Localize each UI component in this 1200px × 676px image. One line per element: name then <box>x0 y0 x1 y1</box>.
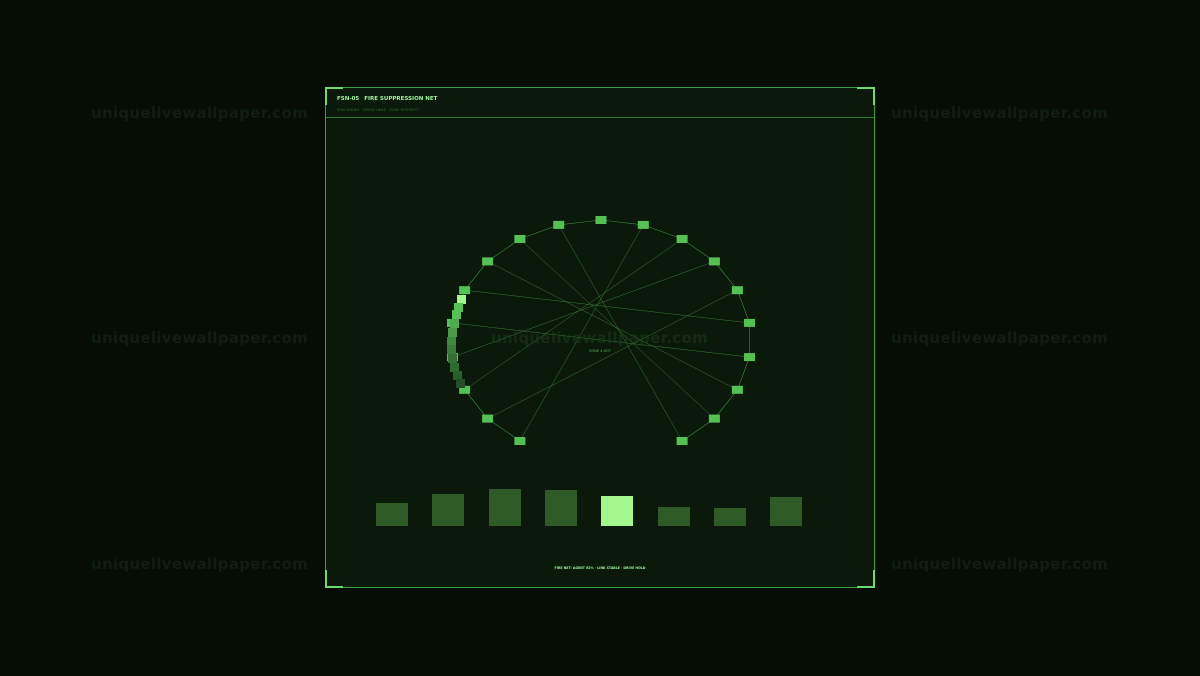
cross-link <box>558 224 683 442</box>
ring-node-stack <box>456 379 465 388</box>
ring-node-stack <box>453 371 462 380</box>
suppression-network <box>447 216 755 445</box>
watermark: uniquelivewallpaper.com <box>91 104 309 122</box>
zone-bar <box>770 497 803 526</box>
cross-link <box>452 261 715 358</box>
ring-node <box>708 414 720 423</box>
cross-link <box>487 289 738 419</box>
ring-node <box>744 353 755 362</box>
ring-node <box>744 318 755 327</box>
ring-node <box>708 257 720 266</box>
ring-node <box>731 385 743 394</box>
corner-bracket <box>857 570 875 588</box>
ring-node <box>676 235 688 243</box>
zone-bar <box>432 494 465 526</box>
zone-bar <box>488 489 521 526</box>
watermark: uniquelivewallpaper.com <box>91 329 309 347</box>
cross-link <box>487 261 738 391</box>
ring-node <box>676 437 688 445</box>
ring-node <box>553 220 565 229</box>
watermark: uniquelivewallpaper.com <box>891 104 1109 122</box>
cross-link <box>464 289 750 324</box>
watermark: uniquelivewallpaper.com <box>91 555 309 573</box>
ring-node <box>637 220 649 229</box>
ring-node <box>482 257 494 266</box>
watermark: uniquelivewallpaper.com <box>891 555 1109 573</box>
ring-node-stack <box>457 295 466 304</box>
status-footer: FIRE NET: AGENT 62% · LINK STABLE · DRIV… <box>554 566 646 570</box>
center-zone-label: ZONE 4 HOT <box>589 349 611 353</box>
corner-bracket <box>325 570 343 588</box>
ring-node-stack <box>450 363 459 372</box>
ring-node <box>595 216 607 224</box>
zone-bar <box>601 496 634 526</box>
ring-node-stack <box>452 310 461 319</box>
ring-node-stack <box>450 319 459 328</box>
ring-node <box>482 414 494 423</box>
zone-bar <box>544 490 577 526</box>
zone-bar <box>376 503 408 526</box>
watermark: uniquelivewallpaper.com <box>891 329 1109 347</box>
ring-node <box>514 437 526 445</box>
ring-node-stack <box>447 337 456 346</box>
zone-bar <box>657 507 690 526</box>
ring-node <box>459 286 471 295</box>
ring-node-stack <box>448 354 457 363</box>
fire-suppression-panel: FSN-05 FIRE SUPPRESSION NET RING NODES ·… <box>325 87 875 588</box>
ring-node <box>731 286 743 295</box>
cross-link <box>464 238 683 391</box>
ring-node <box>514 235 526 243</box>
ring-link <box>452 219 750 442</box>
ring-node-stack <box>448 328 457 337</box>
zone-bar <box>713 508 746 526</box>
cross-link <box>519 238 715 419</box>
